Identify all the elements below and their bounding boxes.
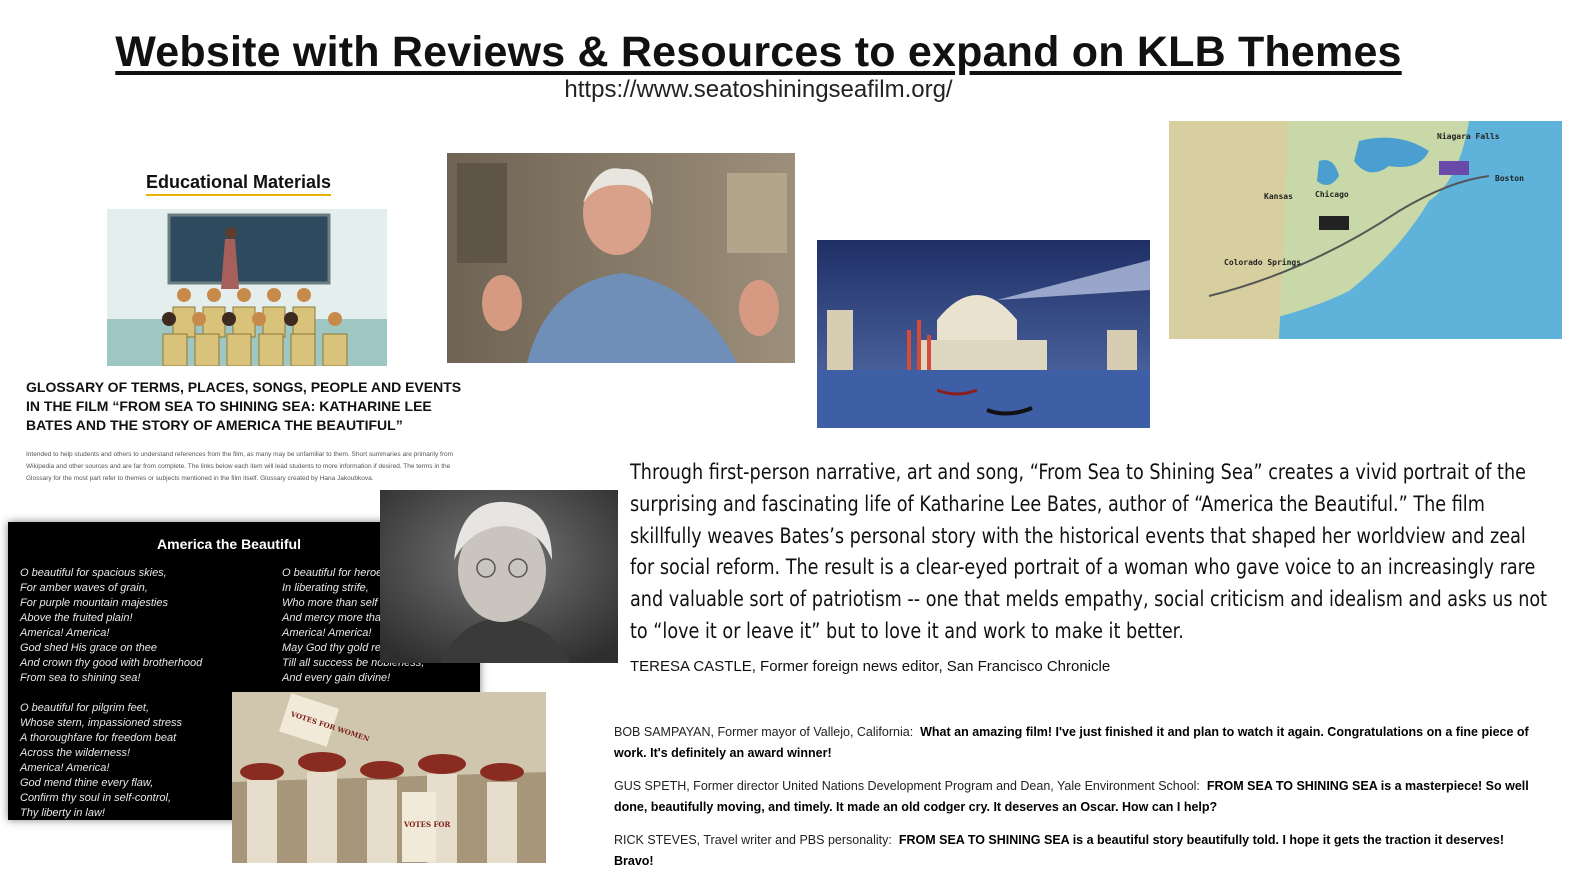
testimonial-sampayan: BOB SAMPAYAN, Former mayor of Vallejo, C… [614, 722, 1539, 764]
map-label-niagara: Niagara Falls [1437, 131, 1500, 141]
journey-map: Niagara Falls Boston Kansas Chicago Colo… [1169, 121, 1562, 339]
map-label-colorado: Colorado Springs [1224, 257, 1301, 267]
poem-line: America! America! [20, 627, 110, 639]
poem-line: O beautiful for pilgrim feet, [20, 702, 150, 714]
suffrage-march-illustration: VOTES FOR WOMEN VOTES FOR [232, 692, 546, 863]
poem-line: Whose stern, impassioned stress [20, 717, 183, 729]
testimonial-author: RICK STEVES, Travel writer and PBS perso… [614, 833, 892, 847]
katharine-lee-bates-portrait [380, 490, 618, 663]
poem-line: O beautiful for spacious skies, [20, 567, 167, 579]
glossary-description: Intended to help students and others to … [26, 451, 454, 482]
poem-line: And every gain divine! [282, 672, 391, 684]
review-quote-main: Through first-person narrative, art and … [630, 460, 1548, 644]
website-url[interactable]: https://www.seatoshiningseafilm.org/ [0, 76, 1517, 104]
map-label-chicago: Chicago [1315, 189, 1349, 199]
testimonial-author: BOB SAMPAYAN, Former mayor of Vallejo, C… [614, 725, 914, 739]
testimonial-steves: RICK STEVES, Travel writer and PBS perso… [614, 830, 1539, 872]
testimonial-speth: GUS SPETH, Former director United Nation… [614, 776, 1539, 818]
poem-line: A thoroughfare for freedom beat [20, 732, 177, 744]
review-author-main: TERESA CASTLE, Former foreign news edito… [630, 658, 1111, 675]
poem-line: From sea to shining sea! [20, 672, 141, 684]
poem-line: God shed His grace on thee [20, 642, 157, 654]
suffrage-sign-2: VOTES FOR [403, 820, 451, 829]
interview-photo [447, 153, 795, 363]
worlds-fair-painting [817, 240, 1150, 428]
poem-line: Thy liberty in law! [20, 807, 105, 819]
educational-materials-heading: Educational Materials [146, 172, 332, 196]
poem-line: Across the wilderness! [20, 747, 131, 759]
poem-line [20, 686, 202, 701]
glossary-title: GLOSSARY OF TERMS, PLACES, SONGS, PEOPLE… [26, 379, 462, 433]
poem-line: Confirm thy soul in self-control, [20, 792, 171, 804]
slide-title: Website with Reviews & Resources to expa… [115, 28, 1402, 76]
poem-line: America! America! [20, 762, 110, 774]
map-label-boston: Boston [1495, 174, 1524, 183]
classroom-illustration [107, 209, 387, 366]
poem-line: Above the fruited plain! [20, 612, 133, 624]
poem-line: And crown thy good with brotherhood [20, 657, 203, 669]
map-label-kansas: Kansas [1264, 192, 1293, 201]
poem-column-1: O beautiful for spacious skies, For amber… [20, 566, 202, 820]
testimonial-author: GUS SPETH, Former director United Nation… [614, 779, 1200, 793]
poem-line: God mend thine every flaw, [20, 777, 154, 789]
poem-line: For purple mountain majesties [20, 597, 168, 609]
poem-line: For amber waves of grain, [20, 582, 148, 594]
